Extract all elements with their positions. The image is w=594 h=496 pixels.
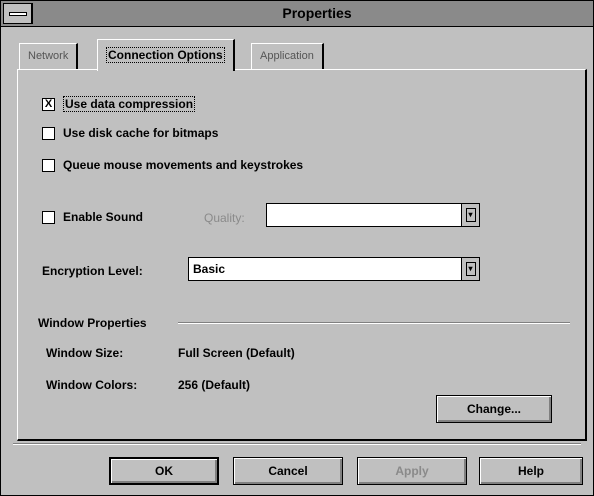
disk-cache-label: Use disk cache for bitmaps	[63, 126, 219, 140]
apply-button[interactable]: Apply	[357, 457, 467, 485]
use-compression-label: Use data compression	[63, 96, 196, 112]
chevron-down-icon: ▾	[465, 262, 476, 276]
use-compression-option[interactable]: X Use data compression	[42, 96, 196, 112]
use-compression-checkbox[interactable]: X	[42, 97, 55, 111]
encryption-level-label: Encryption Level:	[42, 264, 143, 278]
window-size-value: Full Screen (Default)	[178, 346, 295, 360]
properties-dialog: Properties Network Connection Options Ap…	[0, 0, 594, 496]
queue-input-option[interactable]: Queue mouse movements and keystrokes	[42, 158, 303, 172]
window-colors-label: Window Colors:	[46, 378, 138, 392]
apply-button-label: Apply	[395, 464, 429, 478]
window-properties-heading: Window Properties	[38, 316, 147, 330]
encryption-level-dropdown[interactable]: Basic ▾	[188, 257, 480, 281]
tab-connection-options-label: Connection Options	[106, 47, 225, 63]
window-title: Properties	[282, 5, 352, 21]
change-button[interactable]: Change...	[436, 395, 552, 423]
system-menu-icon	[8, 11, 27, 16]
tab-application[interactable]: Application	[251, 43, 324, 69]
quality-dropdown[interactable]: ▾	[266, 203, 480, 227]
enable-sound-label: Enable Sound	[63, 210, 144, 224]
queue-input-label: Queue mouse movements and keystrokes	[63, 158, 304, 172]
tab-network-label: Network	[28, 50, 69, 62]
quality-label: Quality:	[204, 211, 245, 225]
quality-dropdown-arrow[interactable]: ▾	[461, 204, 479, 226]
disk-cache-option[interactable]: Use disk cache for bitmaps	[42, 126, 218, 140]
encryption-level-dropdown-arrow[interactable]: ▾	[461, 258, 479, 280]
cancel-button-label: Cancel	[268, 464, 308, 478]
title-bar[interactable]: Properties	[1, 1, 593, 27]
encryption-level-value: Basic	[193, 262, 226, 276]
change-button-label: Change...	[466, 402, 521, 416]
window-colors-value: 256 (Default)	[178, 378, 251, 392]
help-button[interactable]: Help	[479, 457, 583, 485]
tab-connection-options[interactable]: Connection Options	[97, 39, 235, 71]
queue-input-checkbox[interactable]	[42, 158, 55, 172]
enable-sound-option[interactable]: Enable Sound	[42, 210, 143, 224]
ok-button-label: OK	[155, 464, 173, 478]
ok-button[interactable]: OK	[109, 457, 219, 485]
connection-options-panel: X Use data compression Use disk cache fo…	[17, 69, 587, 441]
tab-application-label: Application	[260, 50, 314, 62]
system-menu-button[interactable]	[3, 3, 33, 24]
disk-cache-checkbox[interactable]	[42, 126, 55, 140]
window-properties-divider	[178, 322, 570, 324]
tab-network[interactable]: Network	[19, 43, 79, 69]
footer-separator	[13, 443, 581, 445]
window-size-label: Window Size:	[46, 346, 124, 360]
chevron-down-icon: ▾	[465, 208, 476, 222]
help-button-label: Help	[517, 464, 544, 478]
cancel-button[interactable]: Cancel	[233, 457, 343, 485]
enable-sound-checkbox[interactable]	[42, 210, 55, 224]
